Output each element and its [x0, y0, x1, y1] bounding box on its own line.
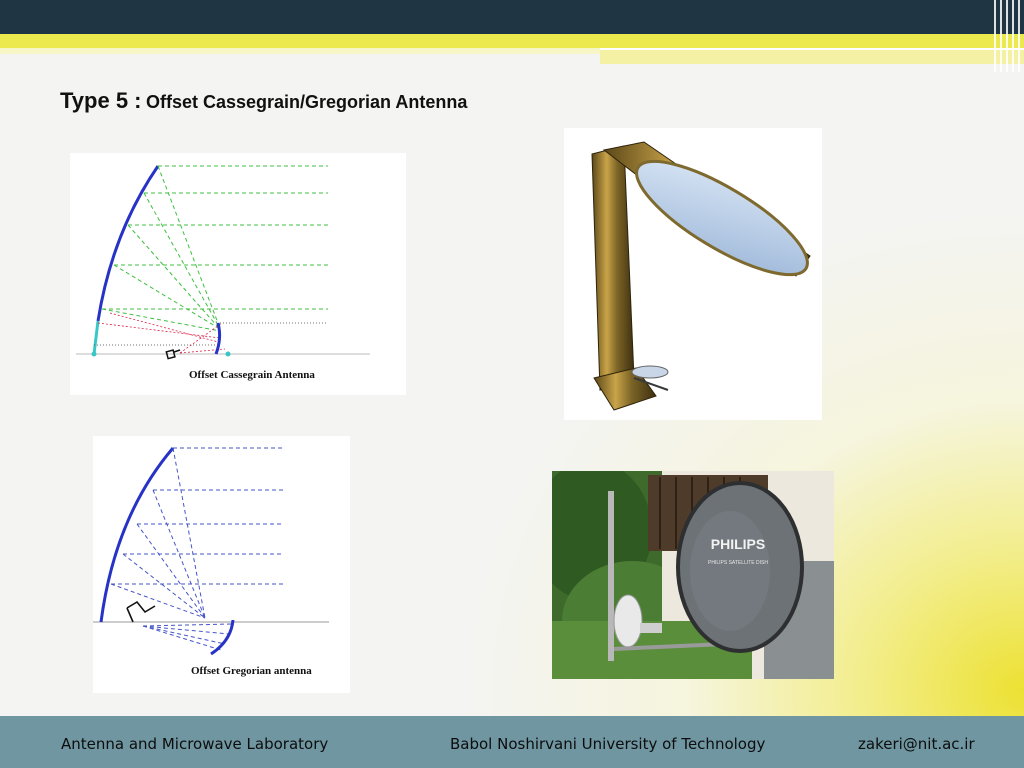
header-accent-fade: [0, 48, 600, 54]
footer-email: zakeri@nit.ac.ir: [858, 735, 975, 753]
cassegrain-caption: Offset Cassegrain Antenna: [189, 369, 315, 381]
header-accent-band-right: [600, 48, 1024, 64]
gregorian-diagram: Offset Gregorian antenna: [93, 436, 350, 693]
satellite-reflector-photo: [564, 128, 822, 420]
slide-title-prefix: Type 5 :: [60, 88, 142, 113]
header-accent-band: [0, 34, 1024, 48]
philips-dish-photo: PHILIPS PHILIPS SATELLITE DISH: [532, 461, 834, 681]
footer-lab: Antenna and Microwave Laboratory: [61, 735, 329, 753]
footer-university: Babol Noshirvani University of Technolog…: [450, 735, 766, 753]
footer-bar: Antenna and Microwave Laboratory Babol N…: [0, 716, 1024, 768]
header-rule-decoration: [988, 0, 1024, 72]
cassegrain-diagram: Offset Cassegrain Antenna: [70, 153, 406, 395]
header-bar: [0, 0, 1024, 34]
dish-brand-label: PHILIPS: [711, 536, 765, 552]
gregorian-caption: Offset Gregorian antenna: [191, 665, 312, 677]
slide-title: Type 5 : Offset Cassegrain/Gregorian Ant…: [60, 88, 467, 114]
slide-title-main: Offset Cassegrain/Gregorian Antenna: [145, 92, 468, 112]
dish-sub-label: PHILIPS SATELLITE DISH: [708, 560, 768, 566]
